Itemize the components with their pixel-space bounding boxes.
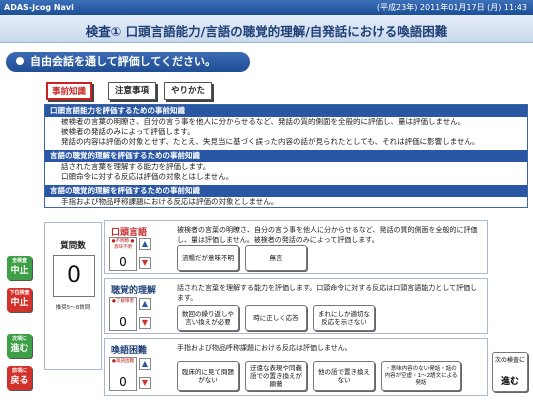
knowledge-line: 口頭命令に対する反応は評価の対象とはしません。	[61, 172, 234, 181]
option-button[interactable]: 他の語で置き換えない	[313, 361, 375, 391]
knowledge-heading: 口頭言語能力を評価するための事前知識	[45, 105, 527, 117]
option-button[interactable]: 流暢だが意味不明	[177, 245, 239, 271]
button-label: 戻る	[10, 376, 29, 386]
previous-item-button[interactable]: 前項に 戻る	[7, 366, 32, 390]
next-item-button[interactable]: 次項に 進む	[7, 334, 32, 358]
instruction-text: 自由会話を通して評価してください。	[30, 55, 217, 68]
button-small-label: 全検査	[11, 258, 27, 264]
decrement-arrow-icon[interactable]: ▼	[139, 377, 151, 389]
knowledge-line: 被検者の発話のみによって評価します。	[61, 127, 195, 136]
instruction-banner: 自由会話を通して評価してください。	[6, 52, 250, 72]
option-button[interactable]: 時に正しく応答	[245, 305, 307, 331]
button-small-label: 次項に	[11, 336, 27, 342]
bullet-icon	[16, 57, 24, 65]
page-title: 検査① 口頭言語能力/言語の聴覚的理解/自発話における喚語困難	[85, 24, 448, 39]
tab-procedure[interactable]: やりかた	[164, 82, 212, 100]
panel-word-finding: 喚語困難 手指および物品呼称課題における反応は評価しません。 ●喚語困難 0 ▲…	[104, 338, 488, 396]
knowledge-line: 被検者の言葉の明瞭さ、自分の言う事を他人に分からせるなど、発話の質的側面を全般的…	[61, 117, 466, 126]
counter-label: ●喚語困難	[112, 359, 134, 364]
error-counter: ●了解障害 0	[109, 297, 137, 331]
counter-label: ●不明瞭 ●意味不明	[111, 239, 135, 250]
counter-value: 0	[119, 315, 127, 329]
prior-knowledge-panel: 口頭言語能力を評価するための事前知識 被検者の言葉の明瞭さ、自分の言う事を他人に…	[44, 104, 528, 208]
decrement-arrow-icon[interactable]: ▼	[139, 317, 151, 329]
knowledge-heading: 言語の聴覚的理解を評価するための事前知識	[45, 185, 527, 197]
counter-value: 0	[119, 255, 127, 269]
panel-title: 喚語困難	[111, 346, 148, 356]
knowledge-line: 手指および物品呼称課題における反応は評価の対象としません。	[61, 197, 279, 206]
button-small-label: 前項に	[11, 368, 27, 374]
panel-description: 手指および物品呼称課題における反応は評価しません。	[177, 344, 352, 352]
panel-description: 被検者の言葉の明瞭さ、自分の言う事を他人に分からせるなど、発話の質的側面を全般的…	[177, 226, 478, 244]
knowledge-section: 言語の聴覚的理解を評価するための事前知識 手指および物品呼称課題における反応は評…	[45, 185, 527, 207]
increment-arrow-icon[interactable]: ▲	[139, 238, 151, 250]
decrement-arrow-icon[interactable]: ▼	[139, 257, 151, 269]
knowledge-heading: 言語の聴覚的理解を評価するための事前知識	[45, 150, 527, 162]
page-header: 検査① 口頭言語能力/言語の聴覚的理解/自発話における喚語困難	[0, 15, 533, 43]
panel-description: 話された言葉を理解する能力を評価します。口頭命令に対する反応は口頭言語能力として…	[177, 284, 478, 302]
panel-spoken-language: 口頭言語 被検者の言葉の明瞭さ、自分の言う事を他人に分からせるなど、発話の質的側…	[104, 220, 488, 274]
question-count-note: 推奨5～8質問	[55, 305, 91, 311]
button-label: 進む	[500, 377, 519, 387]
button-label: 進む	[10, 344, 29, 354]
panel-auditory-comprehension: 聴覚的理解 話された言葉を理解する能力を評価します。口頭命令に対する反応は口頭言…	[104, 278, 488, 334]
question-count-box: 質問数 0 推奨5～8質問	[44, 222, 102, 370]
option-button[interactable]: 迂遠な表現や同義語での置き換えが顕著	[245, 361, 307, 391]
option-button[interactable]: ・意味内容のない発話・話の内容が空虚・1～2語文による発話	[381, 361, 461, 391]
question-count-label: 質問数	[60, 241, 86, 251]
stop-all-tests-button[interactable]: 全検査 中止	[7, 256, 32, 280]
knowledge-section: 言語の聴覚的理解を評価するための事前知識 話された言葉を理解する能力を評価します…	[45, 150, 527, 182]
error-counter: ●不明瞭 ●意味不明 0	[109, 237, 137, 271]
button-label: 中止	[10, 298, 29, 308]
knowledge-line: 話された言葉を理解する能力を評価します。	[61, 162, 211, 171]
knowledge-line: 発話の内容は評価の対象とせず、たとえ、失見当に基づく誤った内容の話が見られたとし…	[61, 137, 480, 146]
tab-notes[interactable]: 注意事項	[108, 82, 156, 100]
question-count-value: 0	[53, 255, 95, 297]
option-button[interactable]: 臨床的に見て問題がない	[177, 361, 239, 391]
option-button[interactable]: まれにしか適切な反応を示さない	[313, 305, 375, 331]
tab-prior-knowledge[interactable]: 事前知識	[46, 82, 92, 100]
next-test-button[interactable]: 次の検査に 進む	[492, 352, 528, 392]
button-small-label: 下位検査	[9, 290, 30, 296]
option-button[interactable]: 無言	[245, 245, 307, 271]
option-button[interactable]: 数回の繰り返しや言い換えが必要	[177, 305, 239, 331]
title-bar: ADAS-Jcog Navi (平成23年) 2011年01月17日 (月) 1…	[0, 0, 533, 15]
datetime: (平成23年) 2011年01月17日 (月) 11:43	[376, 3, 527, 12]
error-counter: ●喚語困難 0	[109, 357, 137, 391]
knowledge-section: 口頭言語能力を評価するための事前知識 被検者の言葉の明瞭さ、自分の言う事を他人に…	[45, 105, 527, 147]
app-name: ADAS-Jcog Navi	[4, 3, 74, 12]
increment-arrow-icon[interactable]: ▲	[139, 298, 151, 310]
left-sidebar: 全検査 中止 下位検査 中止 次項に 進む 前項に 戻る	[0, 212, 38, 400]
panel-title: 聴覚的理解	[111, 286, 157, 296]
counter-label: ●了解障害	[112, 299, 134, 304]
stop-subtest-button[interactable]: 下位検査 中止	[7, 288, 32, 312]
button-small-label: 次の検査に	[494, 357, 525, 364]
increment-arrow-icon[interactable]: ▲	[139, 358, 151, 370]
button-label: 中止	[10, 266, 29, 276]
counter-value: 0	[119, 375, 127, 389]
